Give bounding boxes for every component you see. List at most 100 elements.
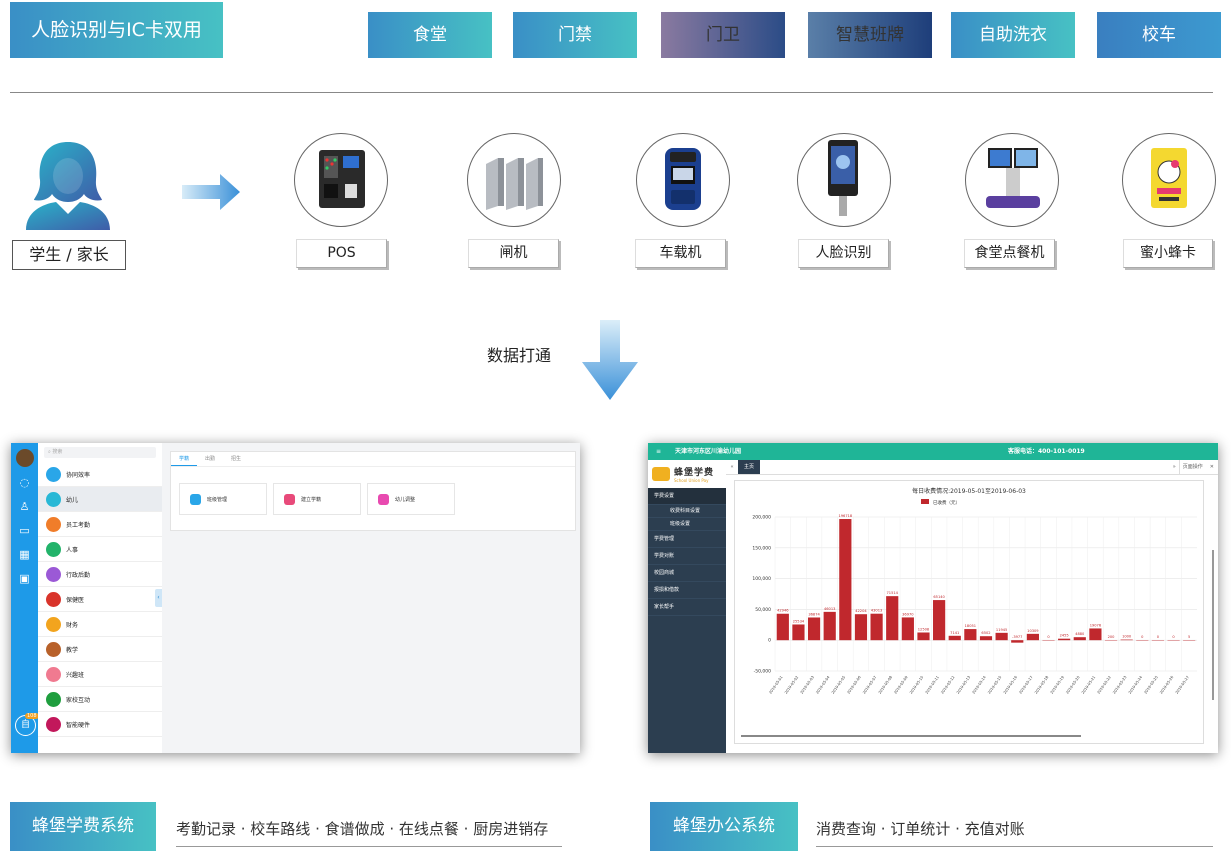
right-app-screenshot: ≡ 天津市河东区川渝幼儿园 客服电话：400-101-0019 蜂堡学费 Scho… (648, 443, 1218, 753)
sidebar-item[interactable]: 班级设置 (648, 518, 726, 531)
search-input[interactable]: ⌕ 搜索 (44, 447, 156, 458)
chart-title: 每日收费情况:2019-05-01至2019-06-03 (912, 487, 1026, 495)
x-tick-label: 2019-05-06 (847, 675, 863, 695)
org-name: 天津市河东区川渝幼儿园 (674, 448, 741, 455)
vertical-scrollbar[interactable] (1212, 550, 1214, 700)
feature-card[interactable]: 幼儿调整 (367, 483, 455, 515)
left-app-screenshot: ◌ ♙ ▭ ▦ ▣ 自 108 ⌕ 搜索 协同效率 幼儿 员工考勤 人事 行政后勤 保健医… (11, 443, 580, 753)
x-tick-label: 2019-05-25 (1143, 675, 1158, 694)
brand-logo-icon (652, 467, 670, 481)
sidebar-item[interactable]: 学费对账 (648, 548, 726, 565)
menu-item[interactable]: 行政后勤 (38, 562, 162, 587)
tab-smart-class-board[interactable]: 智慧班牌 (808, 12, 932, 58)
content-tab[interactable]: 学籍 (171, 452, 198, 466)
tab-canteen[interactable]: 食堂 (368, 12, 492, 58)
menu-item[interactable]: 人事 (38, 537, 162, 562)
x-tick-label: 2019-05-21 (1081, 675, 1096, 694)
x-tick-label: 2019-05-08 (878, 675, 894, 695)
bar-data-label: 65140 (933, 595, 945, 599)
x-tick-label: 2019-05-15 (987, 675, 1002, 694)
bar-data-label: 43013 (871, 609, 882, 613)
bee-card-icon (1122, 133, 1216, 227)
data-flow-label: 数据打通 (487, 346, 552, 365)
feature-card[interactable]: 建立学籍 (273, 483, 361, 515)
tab-guard[interactable]: 门卫 (661, 12, 785, 58)
chart-bar (1089, 628, 1102, 641)
sidebar-item[interactable]: 校园商城 (648, 565, 726, 582)
bar-data-label: 36970 (902, 612, 914, 616)
x-tick-label: 2019-05-02 (784, 675, 799, 694)
bar-data-label: 0 (1172, 635, 1175, 639)
x-tick-label: 2019-05-05 (831, 675, 846, 694)
y-tick-label: 100,000 (752, 576, 771, 582)
menu-item[interactable]: 教学 (38, 637, 162, 662)
device-label-ordering: 食堂点餐机 (964, 239, 1055, 268)
x-tick-label: 2019-05-11 (925, 675, 940, 694)
x-tick-label: 2019-05-14 (972, 675, 988, 695)
hotline: 客服电话：400-101-0019 (1008, 448, 1085, 455)
logo-icon (15, 449, 34, 467)
x-tick-label: 2019-05-26 (1159, 675, 1175, 695)
x-tick-label: 2019-05-03 (800, 675, 815, 694)
content-tab[interactable]: 招生 (223, 452, 249, 466)
x-tick-label: 2019-05-01 (768, 675, 783, 694)
chart-bar (1058, 638, 1071, 641)
right-app-sidebar: 蜂堡学费 School Union Pay 学费设置 收费科目设置 班级设置 学费管理学… (648, 460, 726, 753)
bar-data-label: 42946 (777, 609, 789, 613)
bar-data-label: 0 (1047, 635, 1050, 639)
menu-item-label: 财务 (66, 621, 79, 629)
inbox-icon[interactable]: ▭ (11, 519, 38, 543)
sidebar-item[interactable]: 家长帮手 (648, 599, 726, 616)
x-tick-label: 2019-05-23 (1112, 675, 1127, 694)
bar-data-label: 200 (1108, 635, 1116, 639)
menu-item-icon (46, 716, 61, 732)
left-app-menu: ⌕ 搜索 协同效率幼儿员工考勤人事 行政后勤保健医财务教学兴趣班 家校互动 智能硬件 (38, 443, 162, 753)
nav-forward-icon[interactable]: » (1170, 460, 1179, 474)
menu-item[interactable]: 财务 (38, 612, 162, 637)
menu-item-icon (46, 616, 61, 632)
feature-card[interactable]: 班级管理 (179, 483, 267, 515)
chat-icon[interactable]: ◌ (11, 471, 38, 495)
menu-item[interactable]: 家校互动 (38, 687, 162, 712)
menu-item[interactable]: 幼儿 (38, 487, 162, 512)
menu-item[interactable]: 智能硬件 (38, 712, 162, 737)
tab-self-laundry[interactable]: 自助洗衣 (951, 12, 1075, 58)
chart-bar (870, 613, 883, 641)
chart-scrollbar[interactable] (741, 735, 1081, 737)
menu-item-icon (46, 516, 61, 532)
monitor-icon[interactable]: ▣ (11, 567, 38, 591)
x-tick-label: 2019-05-10 (909, 675, 925, 695)
menu-item-label: 教学 (66, 646, 79, 654)
collapse-handle[interactable]: ‹ (155, 589, 162, 607)
contacts-icon[interactable]: ♙ (11, 495, 38, 519)
menu-item[interactable]: 员工考勤 (38, 512, 162, 537)
sidebar-item[interactable]: 学费管理 (648, 531, 726, 548)
sidebar-item[interactable]: 学费设置 (648, 488, 726, 505)
apps-icon[interactable]: ▦ (11, 543, 38, 567)
header-divider (10, 92, 1213, 93)
close-tab-icon[interactable]: ✕ (1206, 460, 1218, 474)
feature-card-icon (190, 493, 201, 505)
sidebar-item[interactable]: 收费科目设置 (648, 505, 726, 518)
x-tick-label: 2019-05-13 (956, 675, 971, 694)
tab-home[interactable]: 主页 (738, 460, 761, 474)
left-app-content: 学籍 出勤 招生 班级管理 建立学籍 幼儿调整 ‹ (155, 443, 580, 753)
x-tick-label: 2019-05-12 (940, 675, 955, 694)
tab-access-control[interactable]: 门禁 (513, 12, 637, 58)
page-ops-menu[interactable]: 页面操作 (1178, 460, 1206, 474)
bar-data-label: 4880 (1075, 632, 1085, 636)
menu-item[interactable]: 协同效率 (38, 462, 162, 487)
menu-item-label: 员工考勤 (66, 521, 91, 529)
nav-back-icon[interactable]: « (726, 460, 738, 474)
menu-item-label: 保健医 (66, 596, 85, 604)
tab-school-bus[interactable]: 校车 (1097, 12, 1221, 58)
content-tab[interactable]: 出勤 (197, 452, 223, 466)
menu-icon[interactable]: ≡ (656, 448, 661, 455)
menu-item[interactable]: 保健医 (38, 587, 162, 612)
menu-item[interactable]: 兴趣班 (38, 662, 162, 687)
chart-bar (1011, 640, 1024, 643)
sidebar-item[interactable]: 报损和借款 (648, 582, 726, 599)
menu-item-label: 协同效率 (66, 471, 91, 479)
sidebar-item-label: 学费管理 (654, 536, 675, 542)
chart-bar (886, 596, 899, 641)
